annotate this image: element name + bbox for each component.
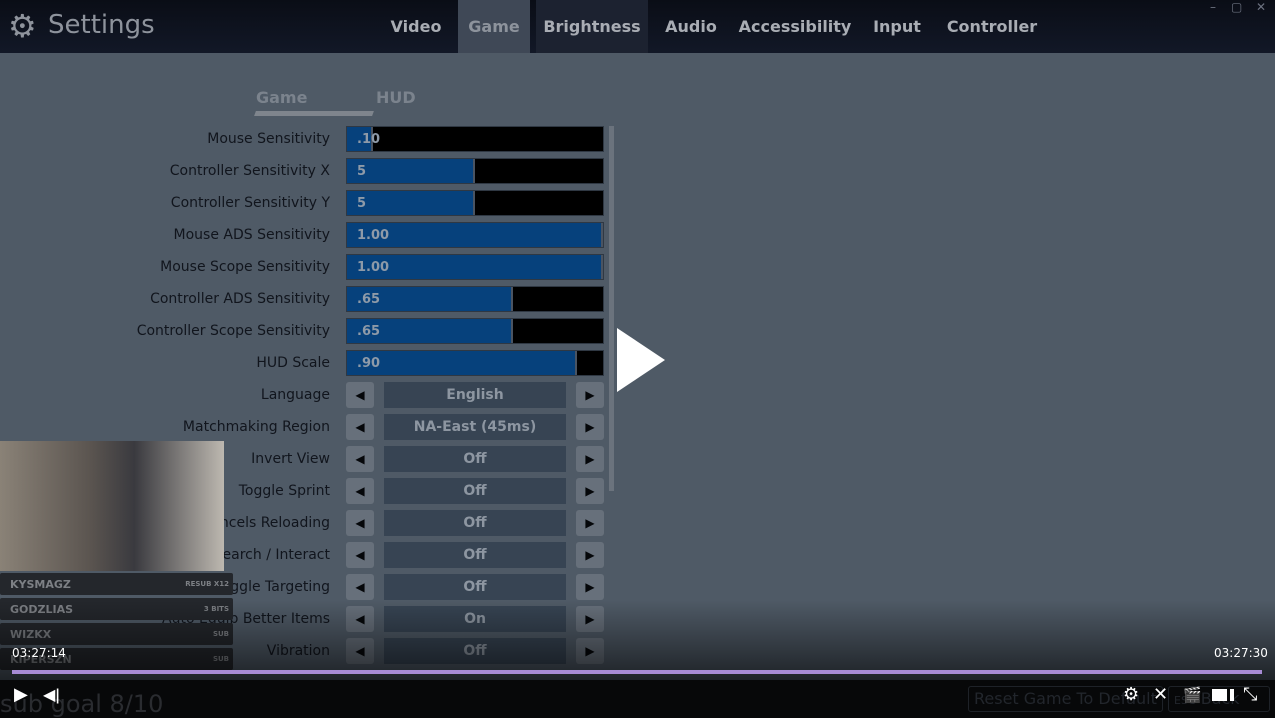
setting-label: Controller Scope Sensitivity <box>136 323 330 339</box>
slider-fill <box>347 159 475 183</box>
slider-value: .65 <box>357 292 381 307</box>
slider-value: .65 <box>357 324 381 339</box>
arrow-left-button[interactable]: ◀ <box>346 382 374 408</box>
current-time: 03:27:14 <box>12 646 66 660</box>
webcam-feed <box>0 441 224 571</box>
slider-value: 1.00 <box>357 228 390 243</box>
fullscreen-icon[interactable]: ⤡ <box>1243 684 1257 706</box>
tab-input[interactable]: Input <box>866 0 928 53</box>
end-time: 03:27:30 <box>1214 646 1268 660</box>
page-title: Settings <box>48 10 155 40</box>
arrow-right-button[interactable]: ▶ <box>576 382 604 408</box>
slider-fill <box>347 351 578 375</box>
setting-slider[interactable]: 5 <box>346 190 604 216</box>
tab-accessibility[interactable]: Accessibility <box>738 0 852 53</box>
alert-name: KYSMAGZ <box>10 578 71 591</box>
arrow-left-button[interactable]: ◀ <box>346 542 374 568</box>
setting-slider[interactable]: .10 <box>346 126 604 152</box>
setting-slider[interactable]: 5 <box>346 158 604 184</box>
setting-label: Mouse Sensitivity <box>207 131 330 147</box>
close-clip-icon[interactable]: ✕ <box>1153 684 1168 706</box>
tab-video[interactable]: Video <box>380 0 452 53</box>
setting-label: Controller Sensitivity Y <box>170 195 330 211</box>
settings-icon[interactable]: ⚙ <box>1123 684 1139 706</box>
setting-value: Off <box>384 478 566 504</box>
play-icon[interactable]: ▶ <box>14 684 28 706</box>
slider-value: 1.00 <box>357 260 390 275</box>
setting-label: Language <box>260 387 330 403</box>
setting-label: HUD Scale <box>256 355 330 371</box>
theater-mode-icon[interactable] <box>1212 684 1230 707</box>
setting-label: Mouse ADS Sensitivity <box>173 227 330 243</box>
subtab-game[interactable]: Game <box>256 88 307 107</box>
arrow-left-button[interactable]: ◀ <box>346 574 374 600</box>
arrow-left-button[interactable]: ◀ <box>346 414 374 440</box>
scrollbar[interactable] <box>609 126 614 491</box>
arrow-right-button[interactable]: ▶ <box>576 574 604 600</box>
setting-label: ancels Reloading <box>211 515 330 531</box>
setting-value: Off <box>384 446 566 472</box>
setting-value: Off <box>384 542 566 568</box>
alert-item: KYSMAGZ RESUB X12 <box>0 573 233 595</box>
close-icon[interactable]: ✕ <box>1256 0 1266 14</box>
arrow-right-button[interactable]: ▶ <box>576 446 604 472</box>
arrow-right-button[interactable]: ▶ <box>576 542 604 568</box>
setting-label: Controller Sensitivity X <box>169 163 330 179</box>
slider-value: .90 <box>357 356 381 371</box>
subtab-hud[interactable]: HUD <box>376 88 416 107</box>
progress-bar[interactable] <box>12 670 1262 674</box>
subtab-underline <box>254 111 374 116</box>
setting-slider[interactable]: 1.00 <box>346 222 604 248</box>
arrow-left-button[interactable]: ◀ <box>346 478 374 504</box>
setting-label: Toggle Sprint <box>238 483 330 499</box>
alert-type: RESUB X12 <box>185 580 229 588</box>
slider-fill <box>347 191 475 215</box>
volume-icon[interactable]: ◀ǀ <box>43 684 60 706</box>
restore-icon[interactable]: ▢ <box>1231 0 1242 14</box>
setting-value: NA-East (45ms) <box>384 414 566 440</box>
arrow-left-button[interactable]: ◀ <box>346 510 374 536</box>
setting-slider[interactable]: .65 <box>346 286 604 312</box>
setting-label: Mouse Scope Sensitivity <box>160 259 330 275</box>
setting-value: English <box>384 382 566 408</box>
play-overlay-icon[interactable] <box>617 328 665 392</box>
setting-slider[interactable]: .90 <box>346 350 604 376</box>
arrow-left-button[interactable]: ◀ <box>346 446 374 472</box>
setting-value: Off <box>384 510 566 536</box>
tab-game[interactable]: Game <box>458 0 530 53</box>
arrow-right-button[interactable]: ▶ <box>576 510 604 536</box>
minimize-icon[interactable]: – <box>1210 0 1216 14</box>
tab-controller[interactable]: Controller <box>942 0 1042 53</box>
slider-value: 5 <box>357 164 367 179</box>
arrow-right-button[interactable]: ▶ <box>576 414 604 440</box>
setting-slider[interactable]: .65 <box>346 318 604 344</box>
slider-value: .10 <box>357 132 381 147</box>
setting-value: Off <box>384 574 566 600</box>
tab-brightness[interactable]: Brightness <box>536 0 648 53</box>
setting-label: ggle Targeting <box>230 579 330 595</box>
settings-header: ⚙ Settings Video Game Brightness Audio A… <box>0 0 1275 53</box>
clip-icon[interactable]: 🎬 <box>1183 684 1202 706</box>
slider-value: 5 <box>357 196 367 211</box>
setting-label: Invert View <box>251 451 330 467</box>
setting-label: Controller ADS Sensitivity <box>150 291 330 307</box>
gear-icon: ⚙ <box>8 7 37 45</box>
arrow-right-button[interactable]: ▶ <box>576 478 604 504</box>
setting-label: earch / Interact <box>222 547 330 563</box>
setting-label: Matchmaking Region <box>182 419 330 435</box>
tab-audio[interactable]: Audio <box>658 0 724 53</box>
setting-slider[interactable]: 1.00 <box>346 254 604 280</box>
